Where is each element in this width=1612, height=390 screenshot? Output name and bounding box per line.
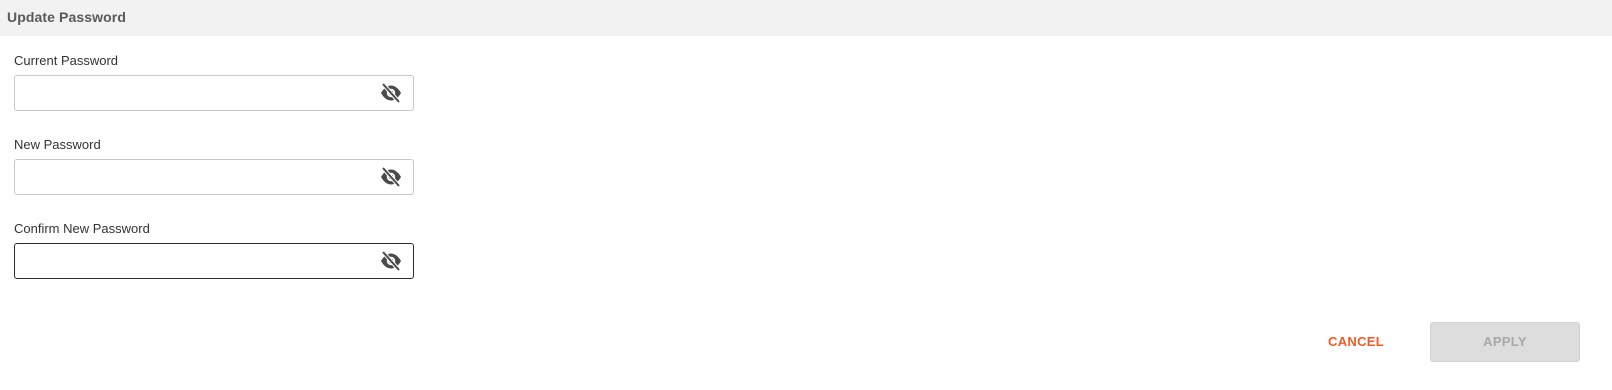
- eye-slash-icon[interactable]: [379, 82, 403, 104]
- confirm-password-field: [14, 243, 414, 279]
- new-password-label: New Password: [14, 137, 101, 152]
- new-password-input[interactable]: [23, 160, 363, 194]
- current-password-label: Current Password: [14, 53, 119, 68]
- apply-button[interactable]: APPLY: [1430, 322, 1580, 362]
- confirm-password-input[interactable]: [23, 244, 363, 278]
- new-password-field: [14, 159, 414, 195]
- confirm-password-label: Confirm New Password: [14, 221, 150, 236]
- dialog-header: Update Password: [0, 0, 1612, 36]
- dialog-title: Update Password: [7, 9, 126, 25]
- cancel-button[interactable]: CANCEL: [1318, 326, 1394, 358]
- eye-slash-icon[interactable]: [379, 250, 403, 272]
- current-password-input[interactable]: [23, 76, 363, 110]
- eye-slash-icon[interactable]: [379, 166, 403, 188]
- current-password-field: [14, 75, 414, 111]
